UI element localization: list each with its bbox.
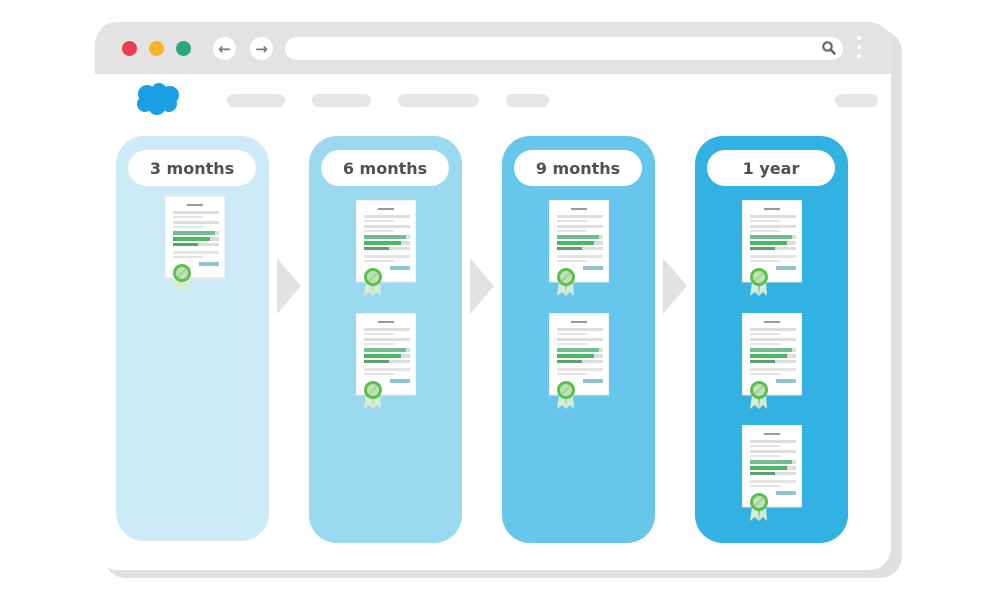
certified-document-icon (741, 424, 803, 521)
certified-document-icon (548, 312, 610, 409)
nav-placeholder-right[interactable] (835, 94, 878, 107)
certified-document-icon (164, 195, 226, 292)
nav-placeholder[interactable] (227, 94, 285, 107)
back-button[interactable]: ← (213, 37, 236, 60)
timeline-label: 3 months (128, 150, 256, 186)
certified-document-icon (741, 199, 803, 296)
certified-document-icon (355, 312, 417, 409)
minimize-window-button[interactable] (149, 41, 164, 56)
address-bar[interactable] (285, 37, 843, 60)
certified-document-icon (548, 199, 610, 296)
timeline-label: 1 year (707, 150, 835, 186)
timeline-label: 9 months (514, 150, 642, 186)
forward-button[interactable]: → (250, 37, 273, 60)
timeline-label: 6 months (321, 150, 449, 186)
arrow-right-icon (470, 258, 494, 314)
certified-document-icon (741, 312, 803, 409)
arrow-right-icon: → (255, 39, 268, 58)
arrow-right-icon (663, 258, 687, 314)
close-window-button[interactable] (122, 41, 137, 56)
nav-placeholder[interactable] (398, 94, 479, 107)
certified-document-icon (355, 199, 417, 296)
arrow-right-icon (277, 258, 301, 314)
nav-placeholder[interactable] (506, 94, 549, 107)
arrow-left-icon: ← (218, 39, 231, 58)
salesforce-logo (137, 83, 179, 115)
kebab-menu-icon[interactable] (857, 36, 861, 63)
search-icon[interactable] (821, 40, 837, 56)
maximize-window-button[interactable] (176, 41, 191, 56)
nav-placeholder[interactable] (312, 94, 371, 107)
browser-toolbar: ← → (95, 22, 891, 74)
